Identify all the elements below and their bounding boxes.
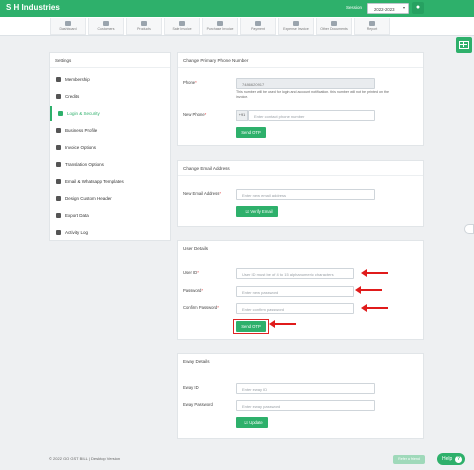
nav-products[interactable]: Products <box>126 18 162 35</box>
main-nav: Dashboard Customers Products Sale Invoic… <box>0 17 474 36</box>
eway-password-input[interactable]: Enter eway password <box>236 400 375 411</box>
sidebar-item-design-custom-header[interactable]: Design Custom Header <box>50 191 170 206</box>
sidebar-item-invoice-options[interactable]: Invoice Options <box>50 140 170 155</box>
dashboard-icon <box>65 21 71 26</box>
nav-payment[interactable]: Payment <box>240 18 276 35</box>
sidebar-item-translation-options[interactable]: Translation Options <box>50 157 170 172</box>
verify-email-button[interactable]: ☑ Verify Email <box>236 206 278 217</box>
sale-invoice-icon <box>179 21 185 26</box>
send-otp-phone-button[interactable]: Send OTP <box>236 127 266 138</box>
top-bar: S H Industries Session 2022-2023 ▾ ● <box>0 0 474 17</box>
nav-other-documents[interactable]: Other Documents <box>316 18 352 35</box>
send-otp-user-button[interactable]: Send OTP <box>236 321 266 332</box>
user-id-label: User ID* <box>183 270 199 275</box>
user-icon[interactable]: ● <box>412 2 424 14</box>
country-code-prefix: +91 <box>236 110 248 121</box>
printer-icon <box>56 145 61 150</box>
user-icon <box>56 77 61 82</box>
nav-report[interactable]: Report <box>354 18 390 35</box>
sidebar-item-business-profile[interactable]: Business Profile <box>50 123 170 138</box>
email-label: New Email Address* <box>183 191 221 196</box>
eway-id-label: Eway ID <box>183 385 199 390</box>
help-button[interactable]: Help ? <box>437 453 465 465</box>
credit-icon <box>56 94 61 99</box>
briefcase-icon <box>56 128 61 133</box>
help-label: Help <box>442 456 453 462</box>
password-input[interactable]: Enter new password <box>236 286 354 297</box>
products-icon <box>141 21 147 26</box>
card-title: User Details <box>183 246 209 251</box>
list-icon <box>56 230 61 235</box>
nav-purchase-invoice[interactable]: Purchase Invoice <box>202 18 238 35</box>
eway-id-input[interactable]: Enter eway ID <box>236 383 375 394</box>
phone-card: Change Primary Phone Number Phone* 74866… <box>177 52 424 146</box>
lock-icon <box>58 111 63 116</box>
purchase-invoice-icon <box>217 21 223 26</box>
question-icon: ? <box>455 455 462 463</box>
calculator-button[interactable] <box>456 37 472 53</box>
session-value: 2022-2023 <box>374 7 395 12</box>
user-id-input[interactable]: User ID must be of 4 to 15 alphanumeric … <box>236 268 354 279</box>
table-icon <box>459 41 469 49</box>
card-title: Change Email Address <box>183 166 230 171</box>
divider <box>178 67 423 68</box>
phone-help-text: This number will be used for login and a… <box>236 90 390 99</box>
confirm-password-input[interactable]: Enter confirm password <box>236 303 354 314</box>
nav-customers[interactable]: Customers <box>88 18 124 35</box>
eway-password-label: Eway Password <box>183 402 213 407</box>
nav-sale-invoice[interactable]: Sale Invoice <box>164 18 200 35</box>
sidebar-item-activity-log[interactable]: Activity Log <box>50 225 170 240</box>
email-card: Change Email Address New Email Address* … <box>177 160 424 227</box>
new-phone-label: New Phone* <box>183 112 207 117</box>
brand-name: S H Industries <box>6 3 60 12</box>
update-button[interactable]: ☑ Update <box>236 417 268 428</box>
divider <box>50 67 170 68</box>
nav-dashboard[interactable]: Dashboard <box>50 18 86 35</box>
refer-friend-button[interactable]: Refer a friend <box>393 455 425 464</box>
phone-label: Phone* <box>183 80 197 85</box>
side-panel-tab[interactable] <box>464 224 474 234</box>
phone-field: 7486620917 <box>236 78 375 89</box>
sidebar-item-membership[interactable]: Membership <box>50 72 170 87</box>
chevron-down-icon: ▾ <box>402 5 405 10</box>
image-icon <box>56 196 61 201</box>
expense-invoice-icon <box>293 21 299 26</box>
session-select[interactable]: 2022-2023 ▾ <box>367 3 409 14</box>
email-input[interactable]: Enter new email address <box>236 189 375 200</box>
documents-icon <box>331 21 337 26</box>
annotation-arrow <box>361 304 388 312</box>
footer-copyright: © 2022 GO GST BILL | Desktop Version <box>49 456 121 461</box>
session-label: Session <box>346 5 363 10</box>
divider <box>178 175 423 176</box>
nav-expense-invoice[interactable]: Expense Invoice <box>278 18 314 35</box>
sidebar-item-login-security[interactable]: Login & Security <box>50 106 170 121</box>
report-icon <box>369 21 375 26</box>
eway-card: Eway Details Eway ID Enter eway ID Eway … <box>177 353 424 439</box>
envelope-icon <box>56 179 61 184</box>
sidebar-title: Settings <box>55 58 72 63</box>
sidebar-item-credits[interactable]: Credits <box>50 89 170 104</box>
customers-icon <box>103 21 109 26</box>
settings-sidebar: Settings Membership Credits Login & Secu… <box>49 52 171 241</box>
sidebar-item-export-data[interactable]: Export Data <box>50 208 170 223</box>
new-phone-input[interactable]: Enter contact phone number <box>248 110 375 121</box>
download-icon <box>56 213 61 218</box>
user-details-card: User Details User ID* User ID must be of… <box>177 240 424 340</box>
annotation-arrow <box>361 269 388 277</box>
card-title: Change Primary Phone Number <box>183 58 249 63</box>
card-title: Eway Details <box>183 359 210 364</box>
translate-icon <box>56 162 61 167</box>
password-label: Password* <box>183 288 204 293</box>
annotation-arrow <box>269 320 296 328</box>
annotation-arrow <box>355 286 382 294</box>
sidebar-item-email-whatsapp-templates[interactable]: Email & Whatsapp Templates <box>50 174 170 189</box>
confirm-password-label: Confirm Password* <box>183 305 219 310</box>
payment-icon <box>255 21 261 26</box>
